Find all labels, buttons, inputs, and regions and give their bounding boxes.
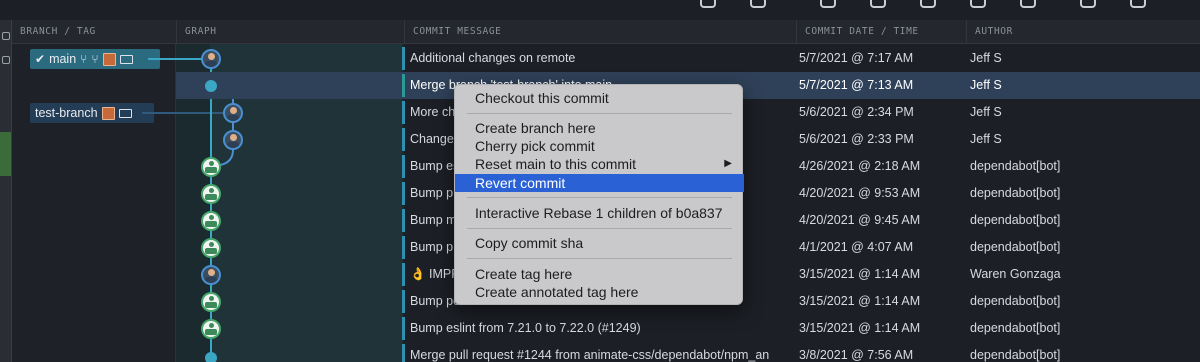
commit-date: 4/26/2021 @ 2:18 AM bbox=[799, 159, 921, 173]
commit-node-avatar[interactable] bbox=[201, 49, 221, 69]
menu-item-reset[interactable]: Reset main to this commit ▶ bbox=[455, 155, 744, 173]
menu-item-create-annotated-tag[interactable]: Create annotated tag here bbox=[455, 283, 744, 301]
menu-separator bbox=[467, 258, 732, 259]
commit-node-avatar[interactable] bbox=[201, 265, 221, 285]
menu-separator bbox=[467, 113, 732, 114]
commit-author: Jeff S bbox=[970, 78, 1002, 92]
commit-message: Additional changes on remote bbox=[410, 51, 576, 65]
commit-author: dependabot[bot] bbox=[970, 348, 1061, 362]
commit-date: 5/7/2021 @ 7:17 AM bbox=[799, 51, 914, 65]
commit-author: Jeff S bbox=[970, 105, 1002, 119]
commit-date: 3/15/2021 @ 1:14 AM bbox=[799, 321, 921, 335]
commit-node-avatar[interactable] bbox=[223, 130, 243, 150]
commit-node-avatar[interactable] bbox=[201, 238, 221, 258]
menu-item-create-tag[interactable]: Create tag here bbox=[455, 265, 744, 283]
merge-commit-dot[interactable] bbox=[205, 80, 217, 92]
commit-author: dependabot[bot] bbox=[970, 294, 1061, 308]
submenu-arrow-icon: ▶ bbox=[724, 158, 732, 169]
commit-node-avatar[interactable] bbox=[201, 211, 221, 231]
menu-item-interactive-rebase[interactable]: Interactive Rebase 1 children of b0a837 bbox=[455, 204, 744, 222]
commit-author: dependabot[bot] bbox=[970, 159, 1061, 173]
menu-item-cherry-pick[interactable]: Cherry pick commit bbox=[455, 137, 744, 155]
menu-item-revert[interactable]: Revert commit bbox=[455, 174, 744, 192]
commit-message: Merge pull request #1244 from animate-cs… bbox=[410, 348, 770, 362]
table-row[interactable]: Additional changes on remote 5/7/2021 @ … bbox=[176, 45, 1200, 72]
commit-date: 3/8/2021 @ 7:56 AM bbox=[799, 348, 914, 362]
table-row[interactable]: Bump eslint from 7.21.0 to 7.22.0 (#1249… bbox=[176, 315, 1200, 342]
commit-author: dependabot[bot] bbox=[970, 213, 1061, 227]
menu-separator bbox=[467, 228, 732, 229]
menu-item-checkout[interactable]: Checkout this commit bbox=[455, 89, 744, 107]
menu-item-copy-sha[interactable]: Copy commit sha bbox=[455, 234, 744, 252]
commit-date: 4/1/2021 @ 4:07 AM bbox=[799, 240, 914, 254]
commit-node-avatar[interactable] bbox=[201, 319, 221, 339]
commit-node-avatar[interactable] bbox=[201, 292, 221, 312]
commit-author: Waren Gonzaga bbox=[970, 267, 1061, 281]
commit-author: dependabot[bot] bbox=[970, 186, 1061, 200]
commit-node-avatar[interactable] bbox=[201, 184, 221, 204]
commit-message: Bump eslint from 7.21.0 to 7.22.0 (#1249… bbox=[410, 321, 641, 335]
commit-date: 5/6/2021 @ 2:34 PM bbox=[799, 105, 914, 119]
table-row[interactable]: Merge pull request #1244 from animate-cs… bbox=[176, 342, 1200, 362]
menu-item-label: Reset main to this commit bbox=[475, 156, 637, 172]
commit-date: 5/7/2021 @ 7:13 AM bbox=[799, 78, 914, 92]
menu-item-create-branch[interactable]: Create branch here bbox=[455, 119, 744, 137]
commit-date: 4/20/2021 @ 9:45 AM bbox=[799, 213, 921, 227]
menu-separator bbox=[467, 197, 732, 198]
context-menu: Checkout this commit Create branch here … bbox=[454, 84, 744, 305]
merge-commit-dot[interactable] bbox=[205, 352, 217, 362]
commit-date: 4/20/2021 @ 9:53 AM bbox=[799, 186, 921, 200]
commit-author: Jeff S bbox=[970, 132, 1002, 146]
commit-date: 3/15/2021 @ 1:14 AM bbox=[799, 267, 921, 281]
commit-node-avatar[interactable] bbox=[223, 103, 243, 123]
commit-author: Jeff S bbox=[970, 51, 1002, 65]
commit-node-avatar[interactable] bbox=[201, 157, 221, 177]
commit-author: dependabot[bot] bbox=[970, 321, 1061, 335]
commit-author: dependabot[bot] bbox=[970, 240, 1061, 254]
commit-date: 3/15/2021 @ 1:14 AM bbox=[799, 294, 921, 308]
commit-date: 5/6/2021 @ 2:33 PM bbox=[799, 132, 914, 146]
